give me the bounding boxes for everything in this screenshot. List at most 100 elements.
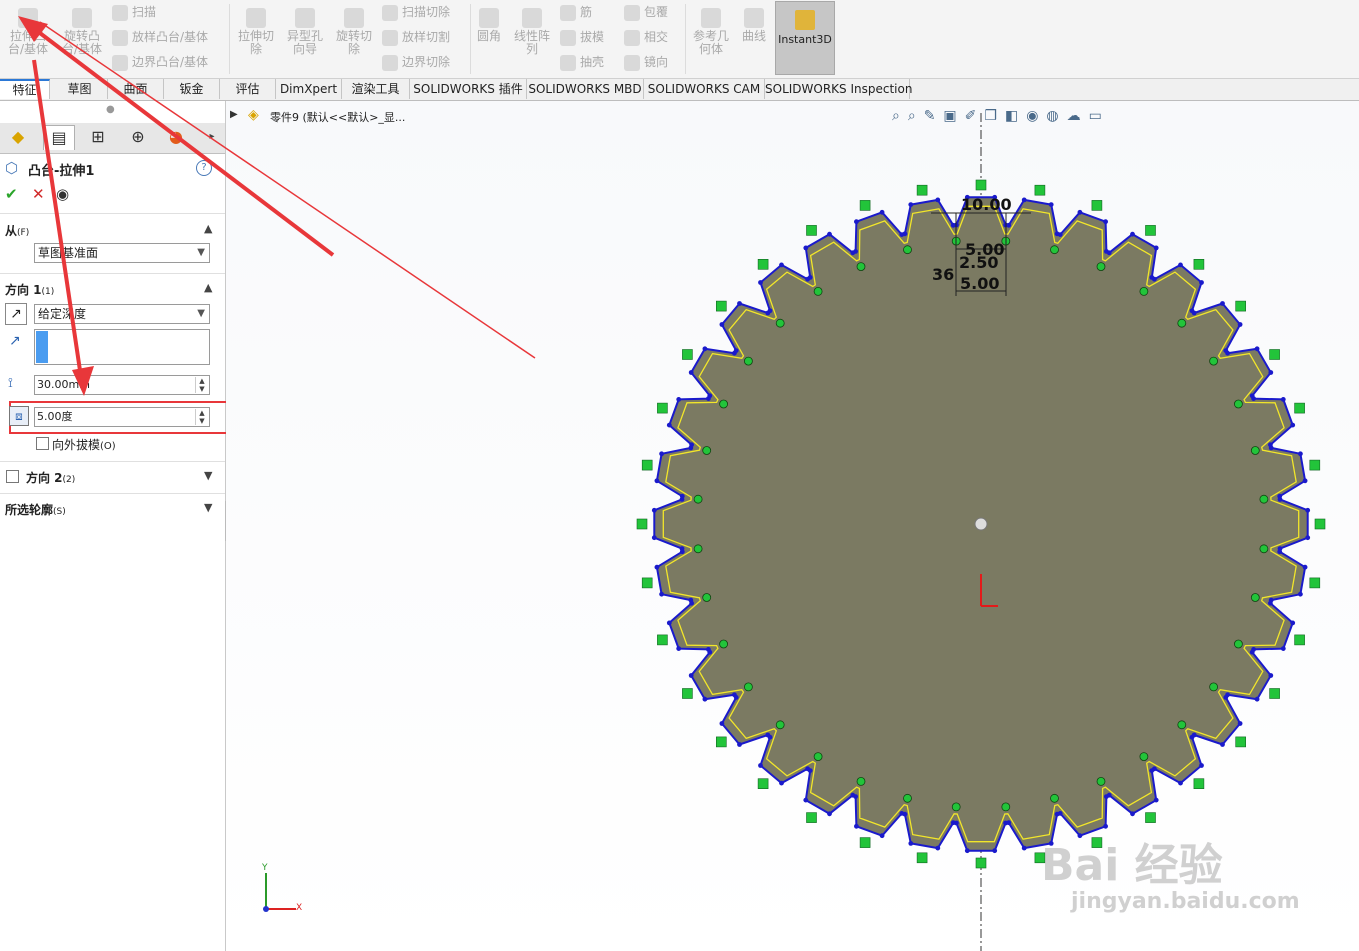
draft-on-off-toggle[interactable]: ⧈ (9, 406, 29, 426)
draft-outward-checkbox[interactable] (36, 437, 49, 450)
linear-pattern-button[interactable]: 线性阵列 (509, 8, 555, 56)
reference-geometry-button[interactable]: 参考几何体 (688, 8, 734, 56)
hole-wizard-icon (295, 8, 315, 28)
sketch-vertex (1290, 620, 1296, 626)
curves-button[interactable]: 曲线 (737, 8, 771, 43)
revolve-cut-button[interactable]: 旋转切除 (331, 8, 377, 56)
tab-solidworks-inspection[interactable]: SOLIDWORKS Inspection (765, 79, 912, 99)
wrap-icon (624, 4, 640, 21)
instant3d-button[interactable]: Instant3D (775, 1, 835, 75)
sketch-vertex (935, 845, 941, 851)
direction1-section-header[interactable]: 方向 1(1) (5, 281, 54, 298)
sketch-vertex (1104, 794, 1109, 799)
intersect-button[interactable]: 相交 (624, 28, 668, 46)
extrude-cut-button[interactable]: 拉伸切除 (233, 8, 279, 56)
sketch-vertex (1153, 797, 1159, 803)
lofted-cut-button[interactable]: 放样切割 (382, 28, 450, 46)
command-manager-ribbon: 拉伸凸台/基体 旋转凸台/基体 扫描 放样凸台/基体 边界凸台/基体 拉伸切除 … (0, 0, 1359, 79)
dimxpert-manager-tab-icon[interactable]: ⊕ (123, 125, 153, 149)
depth-input[interactable]: 30.00mm ▲ ▼ (34, 375, 210, 395)
preview-eye-icon[interactable]: ◉ (56, 185, 69, 203)
draft-outward-label: 向外拔模(O) (52, 438, 116, 452)
tab-features[interactable]: 特征 (0, 79, 50, 99)
fillet-button[interactable]: 圆角 (472, 8, 506, 43)
sketch-vertex (1280, 646, 1286, 651)
sketch-vertex (964, 848, 970, 854)
sketch-vertex (803, 797, 809, 803)
panel-splitter[interactable]: ● (0, 101, 225, 123)
sketch-vertex (758, 280, 763, 285)
draft-icon (560, 29, 576, 46)
revolve-boss-icon (72, 8, 92, 28)
sketch-vertex (1103, 219, 1108, 225)
draft-button[interactable]: 拔模 (560, 28, 604, 46)
sketch-vertex (659, 451, 664, 457)
end-condition-select[interactable]: 给定深度 ▼ (34, 304, 210, 324)
reverse-direction-icon[interactable]: ↗ (5, 303, 27, 325)
origin-point[interactable] (974, 517, 988, 531)
sketch-vertex (950, 820, 956, 826)
chevron-down-icon[interactable]: ▼ (204, 469, 212, 482)
relation-marker-icon (657, 402, 668, 414)
sketch-vertex (1220, 742, 1225, 747)
dimension-36[interactable]: 36 (932, 265, 954, 284)
configuration-manager-tab-icon[interactable]: ⊞ (83, 125, 113, 149)
tab-scroll-right-icon[interactable]: ▸ (203, 125, 221, 149)
shell-button[interactable]: 抽壳 (560, 53, 604, 71)
mirror-button[interactable]: 镜向 (624, 53, 668, 71)
sketch-vertex (1237, 322, 1243, 327)
tab-sketch[interactable]: 草图 (52, 79, 108, 99)
tab-render-tools[interactable]: 渲染工具 (342, 79, 410, 99)
tab-surfaces[interactable]: 曲面 (108, 79, 164, 99)
boundary-cut-button[interactable]: 边界切除 (382, 53, 450, 71)
sketch-vertex (702, 696, 708, 702)
tab-solidworks-mbd[interactable]: SOLIDWORKS MBD (527, 79, 644, 99)
draft-angle-input[interactable]: 5.00度 ▲ ▼ (34, 407, 210, 427)
fillet-icon (479, 8, 499, 28)
from-section-header[interactable]: 从(F) (5, 222, 29, 239)
direction2-section-header[interactable]: 方向 2(2) (26, 469, 75, 486)
chevron-down-icon[interactable]: ▼ (204, 501, 212, 514)
wrap-button[interactable]: 包覆 (624, 3, 668, 21)
property-manager-tab-icon[interactable]: ▤ (43, 125, 75, 150)
graphics-area[interactable]: ▶ ◈ 零件9 (默认<<默认>_显... ⌕⌕✎▣✐❒◧◉◍☁▭ 10.00 … (226, 101, 1359, 951)
triad-y-label: Y (262, 863, 268, 873)
chevron-up-icon[interactable]: ▲ (204, 281, 212, 294)
revolve-boss-button[interactable]: 旋转凸台/基体 (56, 8, 108, 56)
relation-marker-icon (715, 736, 727, 748)
help-icon[interactable]: ? (196, 160, 212, 176)
dimension-2-5[interactable]: 2.50 (959, 253, 998, 272)
extrude-boss-button[interactable]: 拉伸凸台/基体 (4, 8, 52, 56)
relation-marker-icon (806, 225, 817, 236)
dimension-10[interactable]: 10.00 (961, 195, 1012, 214)
spinner-arrows-icon[interactable]: ▲ ▼ (195, 377, 208, 393)
selected-contours-section-header[interactable]: 所选轮廓(S) (5, 501, 66, 518)
tab-sheet-metal[interactable]: 钣金 (164, 79, 220, 99)
sketch-vertex (1223, 695, 1229, 700)
sketch-vertex (1048, 202, 1054, 207)
cancel-x-icon[interactable]: ✕ (32, 185, 45, 203)
rib-button[interactable]: 筋 (560, 3, 592, 21)
display-manager-tab-icon[interactable]: ◕ (161, 125, 191, 149)
tab-solidworks-cam[interactable]: SOLIDWORKS CAM (644, 79, 765, 99)
loft-boss-button[interactable]: 放样凸台/基体 (112, 28, 208, 46)
direction-of-extrusion-selection-box[interactable] (34, 329, 210, 365)
spinner-arrows-icon[interactable]: ▲ ▼ (195, 409, 208, 425)
tab-evaluate[interactable]: 评估 (220, 79, 276, 99)
feature-manager-tab-icon[interactable]: ◆ (3, 125, 33, 149)
coincident-relation-icon (702, 446, 712, 455)
ok-check-icon[interactable]: ✔ (5, 185, 18, 203)
swept-cut-button[interactable]: 扫描切除 (382, 3, 450, 21)
hole-wizard-button[interactable]: 异型孔向导 (282, 8, 328, 56)
sweep-button[interactable]: 扫描 (112, 3, 156, 21)
tab-solidworks-addins[interactable]: SOLIDWORKS 插件 (410, 79, 527, 99)
direction-vector-icon: ↗ (9, 333, 21, 349)
dimension-5-lower[interactable]: 5.00 (960, 274, 999, 293)
direction2-checkbox[interactable] (6, 470, 19, 483)
watermark-logo: Bai 经验 (1041, 840, 1223, 891)
tab-dimxpert[interactable]: DimXpert (276, 79, 342, 99)
from-start-condition-select[interactable]: 草图基准面 ▼ (34, 243, 210, 263)
boundary-boss-button[interactable]: 边界凸台/基体 (112, 53, 208, 71)
chevron-up-icon[interactable]: ▲ (204, 222, 212, 235)
divider (0, 213, 225, 214)
